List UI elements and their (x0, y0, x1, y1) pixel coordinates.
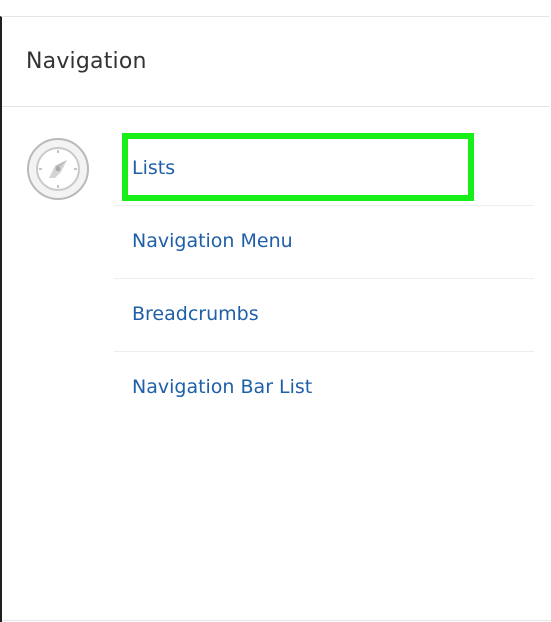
list-item: Navigation Bar List (114, 352, 534, 425)
navigation-list: Lists Navigation Menu Breadcrumbs Naviga… (114, 133, 534, 425)
nav-link-navigation-bar-list[interactable]: Navigation Bar List (132, 376, 312, 398)
nav-link-navigation-menu[interactable]: Navigation Menu (132, 230, 293, 252)
nav-link-breadcrumbs[interactable]: Breadcrumbs (132, 303, 259, 325)
list-item: Navigation Menu (114, 206, 534, 279)
panel-bottom-border (2, 620, 551, 621)
panel-header: Navigation (2, 17, 549, 107)
list-item: Breadcrumbs (114, 279, 534, 352)
list-item: Lists (114, 133, 534, 206)
nav-link-lists[interactable]: Lists (132, 157, 175, 179)
panel-title: Navigation (26, 49, 147, 74)
panel-body: Lists Navigation Menu Breadcrumbs Naviga… (2, 107, 551, 621)
navigation-panel: Navigation Lists Navigation Menu Breadcr… (0, 16, 551, 622)
compass-icon (26, 137, 90, 201)
